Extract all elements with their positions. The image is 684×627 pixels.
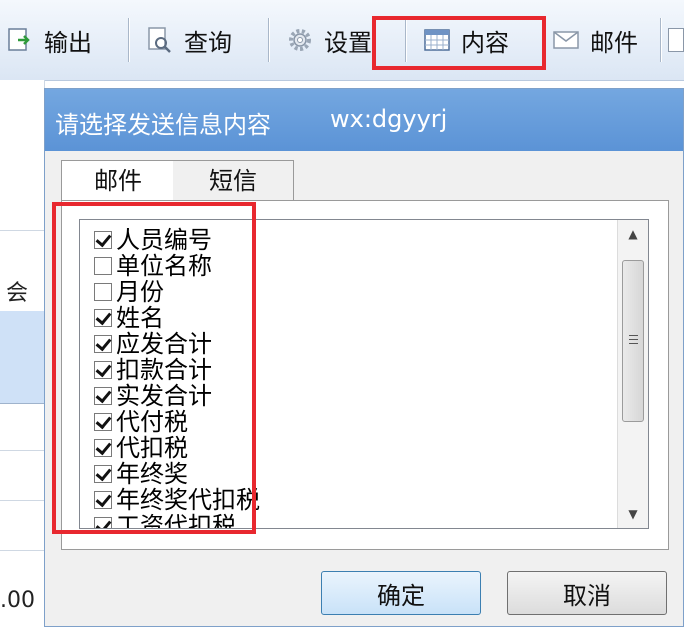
envelope-icon bbox=[552, 26, 580, 54]
highlight-box-content bbox=[372, 16, 546, 70]
cell-value: .00 bbox=[0, 588, 35, 613]
dialog-title: 请选择发送信息内容 bbox=[55, 111, 271, 139]
export-label: 输出 bbox=[44, 28, 92, 57]
export-icon bbox=[6, 26, 34, 54]
dialog-titlebar: 请选择发送信息内容 wx:dgyyrj bbox=[45, 89, 683, 151]
scroll-down-button[interactable]: ▼ bbox=[618, 500, 648, 528]
cancel-button[interactable]: 取消 bbox=[507, 571, 667, 615]
mail-button[interactable]: 邮件 bbox=[552, 18, 638, 62]
toolbar: 输出 查询 设置 内容 邮件 bbox=[0, 0, 684, 81]
scroll-thumb[interactable] bbox=[622, 260, 644, 422]
overflow-icon[interactable] bbox=[668, 28, 684, 52]
tab-sms[interactable]: 短信 bbox=[173, 160, 294, 201]
selected-cell bbox=[0, 311, 44, 404]
watermark-text: wx:dgyyrj bbox=[330, 105, 448, 133]
export-button[interactable]: 输出 bbox=[6, 18, 92, 62]
toolbar-separator bbox=[660, 18, 661, 62]
toolbar-separator bbox=[128, 18, 129, 62]
grid-line bbox=[0, 230, 44, 231]
query-label: 查询 bbox=[184, 28, 232, 57]
mail-label: 邮件 bbox=[590, 28, 638, 57]
settings-label: 设置 bbox=[324, 28, 372, 57]
toolbar-separator bbox=[268, 18, 269, 62]
gear-icon bbox=[286, 26, 314, 54]
grid-line bbox=[0, 450, 44, 451]
tab-mail[interactable]: 邮件 bbox=[61, 160, 175, 201]
grid-line bbox=[0, 500, 44, 501]
grid-line bbox=[0, 550, 44, 551]
highlight-box-checklist bbox=[52, 202, 256, 534]
background-grid: 会 .00 bbox=[0, 80, 45, 627]
ok-button[interactable]: 确定 bbox=[321, 571, 481, 615]
scroll-up-button[interactable]: ▲ bbox=[618, 220, 648, 248]
query-button[interactable]: 查询 bbox=[146, 18, 232, 62]
settings-button[interactable]: 设置 bbox=[286, 18, 372, 62]
vertical-scrollbar[interactable]: ▲ ▼ bbox=[617, 220, 648, 528]
column-header: 会 bbox=[6, 281, 29, 306]
magnifier-doc-icon bbox=[146, 26, 174, 54]
